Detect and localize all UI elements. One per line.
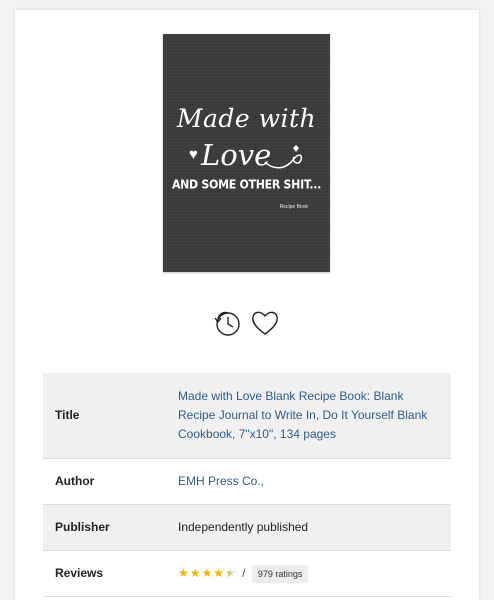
heart-icon: ♥ xyxy=(189,146,198,163)
title-link[interactable]: Made with Love Blank Recipe Book: Blank … xyxy=(178,389,427,441)
author-label: Author xyxy=(43,458,166,505)
ratings-count-badge[interactable]: 979 ratings xyxy=(251,564,309,583)
star-full-icon: ★ xyxy=(213,566,225,581)
star-full-icon: ★ xyxy=(189,566,201,581)
book-details-table: Title Made with Love Blank Recipe Book: … xyxy=(43,373,451,597)
cover-title-line1: Made with xyxy=(176,104,317,133)
author-link[interactable]: EMH Press Co., xyxy=(178,474,264,488)
detail-row-author: Author EMH Press Co., xyxy=(43,458,451,505)
cover-subtitle: AND SOME OTHER SHIT... xyxy=(171,177,322,192)
clock-history-icon[interactable] xyxy=(211,307,243,339)
action-bar xyxy=(211,307,281,339)
cover-title-line2: Love xyxy=(201,138,272,172)
book-card: Made with ♥ Love AND SOME OTHER SHIT... … xyxy=(15,10,479,600)
book-cover-image[interactable]: Made with ♥ Love AND SOME OTHER SHIT... … xyxy=(163,34,330,272)
reviews-label: Reviews xyxy=(43,550,166,597)
publisher-value: Independently published xyxy=(166,504,451,551)
publisher-label: Publisher xyxy=(43,504,166,551)
heart-outline-icon[interactable] xyxy=(249,307,281,339)
detail-row-title: Title Made with Love Blank Recipe Book: … xyxy=(43,373,451,459)
cover-small-text: Recipe Book xyxy=(279,204,308,210)
title-label: Title xyxy=(43,373,166,459)
swirl-decoration-icon xyxy=(264,145,303,169)
rating-separator: / xyxy=(242,565,246,580)
star-rating[interactable]: ★ ★ ★ ★ ★★ xyxy=(178,564,236,583)
detail-row-reviews: Reviews ★ ★ ★ ★ ★★ / 979 ratings xyxy=(43,550,451,597)
detail-row-publisher: Publisher Independently published xyxy=(43,504,451,551)
star-full-icon: ★ xyxy=(178,566,189,581)
star-full-icon: ★ xyxy=(201,566,213,581)
star-half-icon: ★★ xyxy=(225,566,236,581)
